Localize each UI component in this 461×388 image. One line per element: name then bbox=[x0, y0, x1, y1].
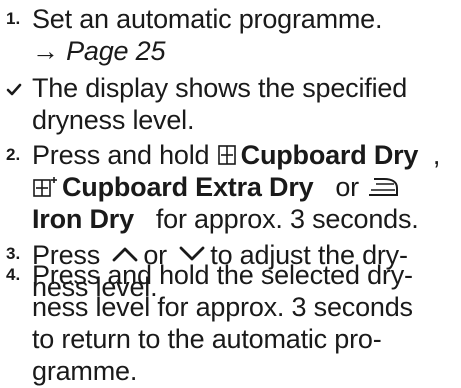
step-number: 2. bbox=[6, 145, 21, 164]
step-text-line4: gramme. bbox=[32, 356, 138, 386]
chevron-down-icon bbox=[178, 238, 206, 261]
step-text-line3: to return to the automatic pro- bbox=[32, 324, 382, 354]
step-text: Press and hold the selected dry- bbox=[32, 260, 413, 290]
result-text-line2: dryness level. bbox=[32, 105, 195, 135]
check-icon bbox=[0, 72, 32, 136]
step-number: 4. bbox=[6, 265, 21, 284]
step-text: Set an automatic programme. bbox=[32, 4, 383, 34]
page-reference: Page 25 bbox=[66, 36, 166, 66]
result-text: The display shows the specified bbox=[32, 73, 408, 103]
step-2: 2. Press and hold Cupboard Dry , Cupboar… bbox=[0, 139, 461, 235]
step-text-suffix: for approx. 3 seconds. bbox=[155, 204, 419, 234]
comma: , bbox=[432, 140, 441, 170]
step-text: Press and hold bbox=[32, 140, 210, 170]
step-4-row: 4. Press and hold the selected dry- ness… bbox=[0, 259, 461, 387]
cupboard-extra-dry-icon bbox=[32, 173, 58, 197]
page-arrow: → bbox=[32, 36, 67, 66]
step-1: 1. Set an automatic programme. → Page 25 bbox=[0, 3, 461, 67]
cupboard-dry-icon bbox=[217, 141, 237, 165]
iron-dry-icon bbox=[366, 173, 400, 196]
or-text: or bbox=[335, 172, 359, 202]
step-result: The display shows the specified dryness … bbox=[0, 72, 461, 136]
option-cupboard-extra-dry: Cupboard Extra Dry bbox=[62, 172, 314, 202]
chevron-up-icon bbox=[111, 238, 139, 262]
step-text-line2: ness level for approx. 3 seconds bbox=[32, 292, 413, 322]
option-cupboard-dry: Cupboard Dry bbox=[240, 140, 419, 170]
option-iron-dry: Iron Dry bbox=[32, 204, 134, 234]
step-number: 1. bbox=[6, 9, 21, 28]
